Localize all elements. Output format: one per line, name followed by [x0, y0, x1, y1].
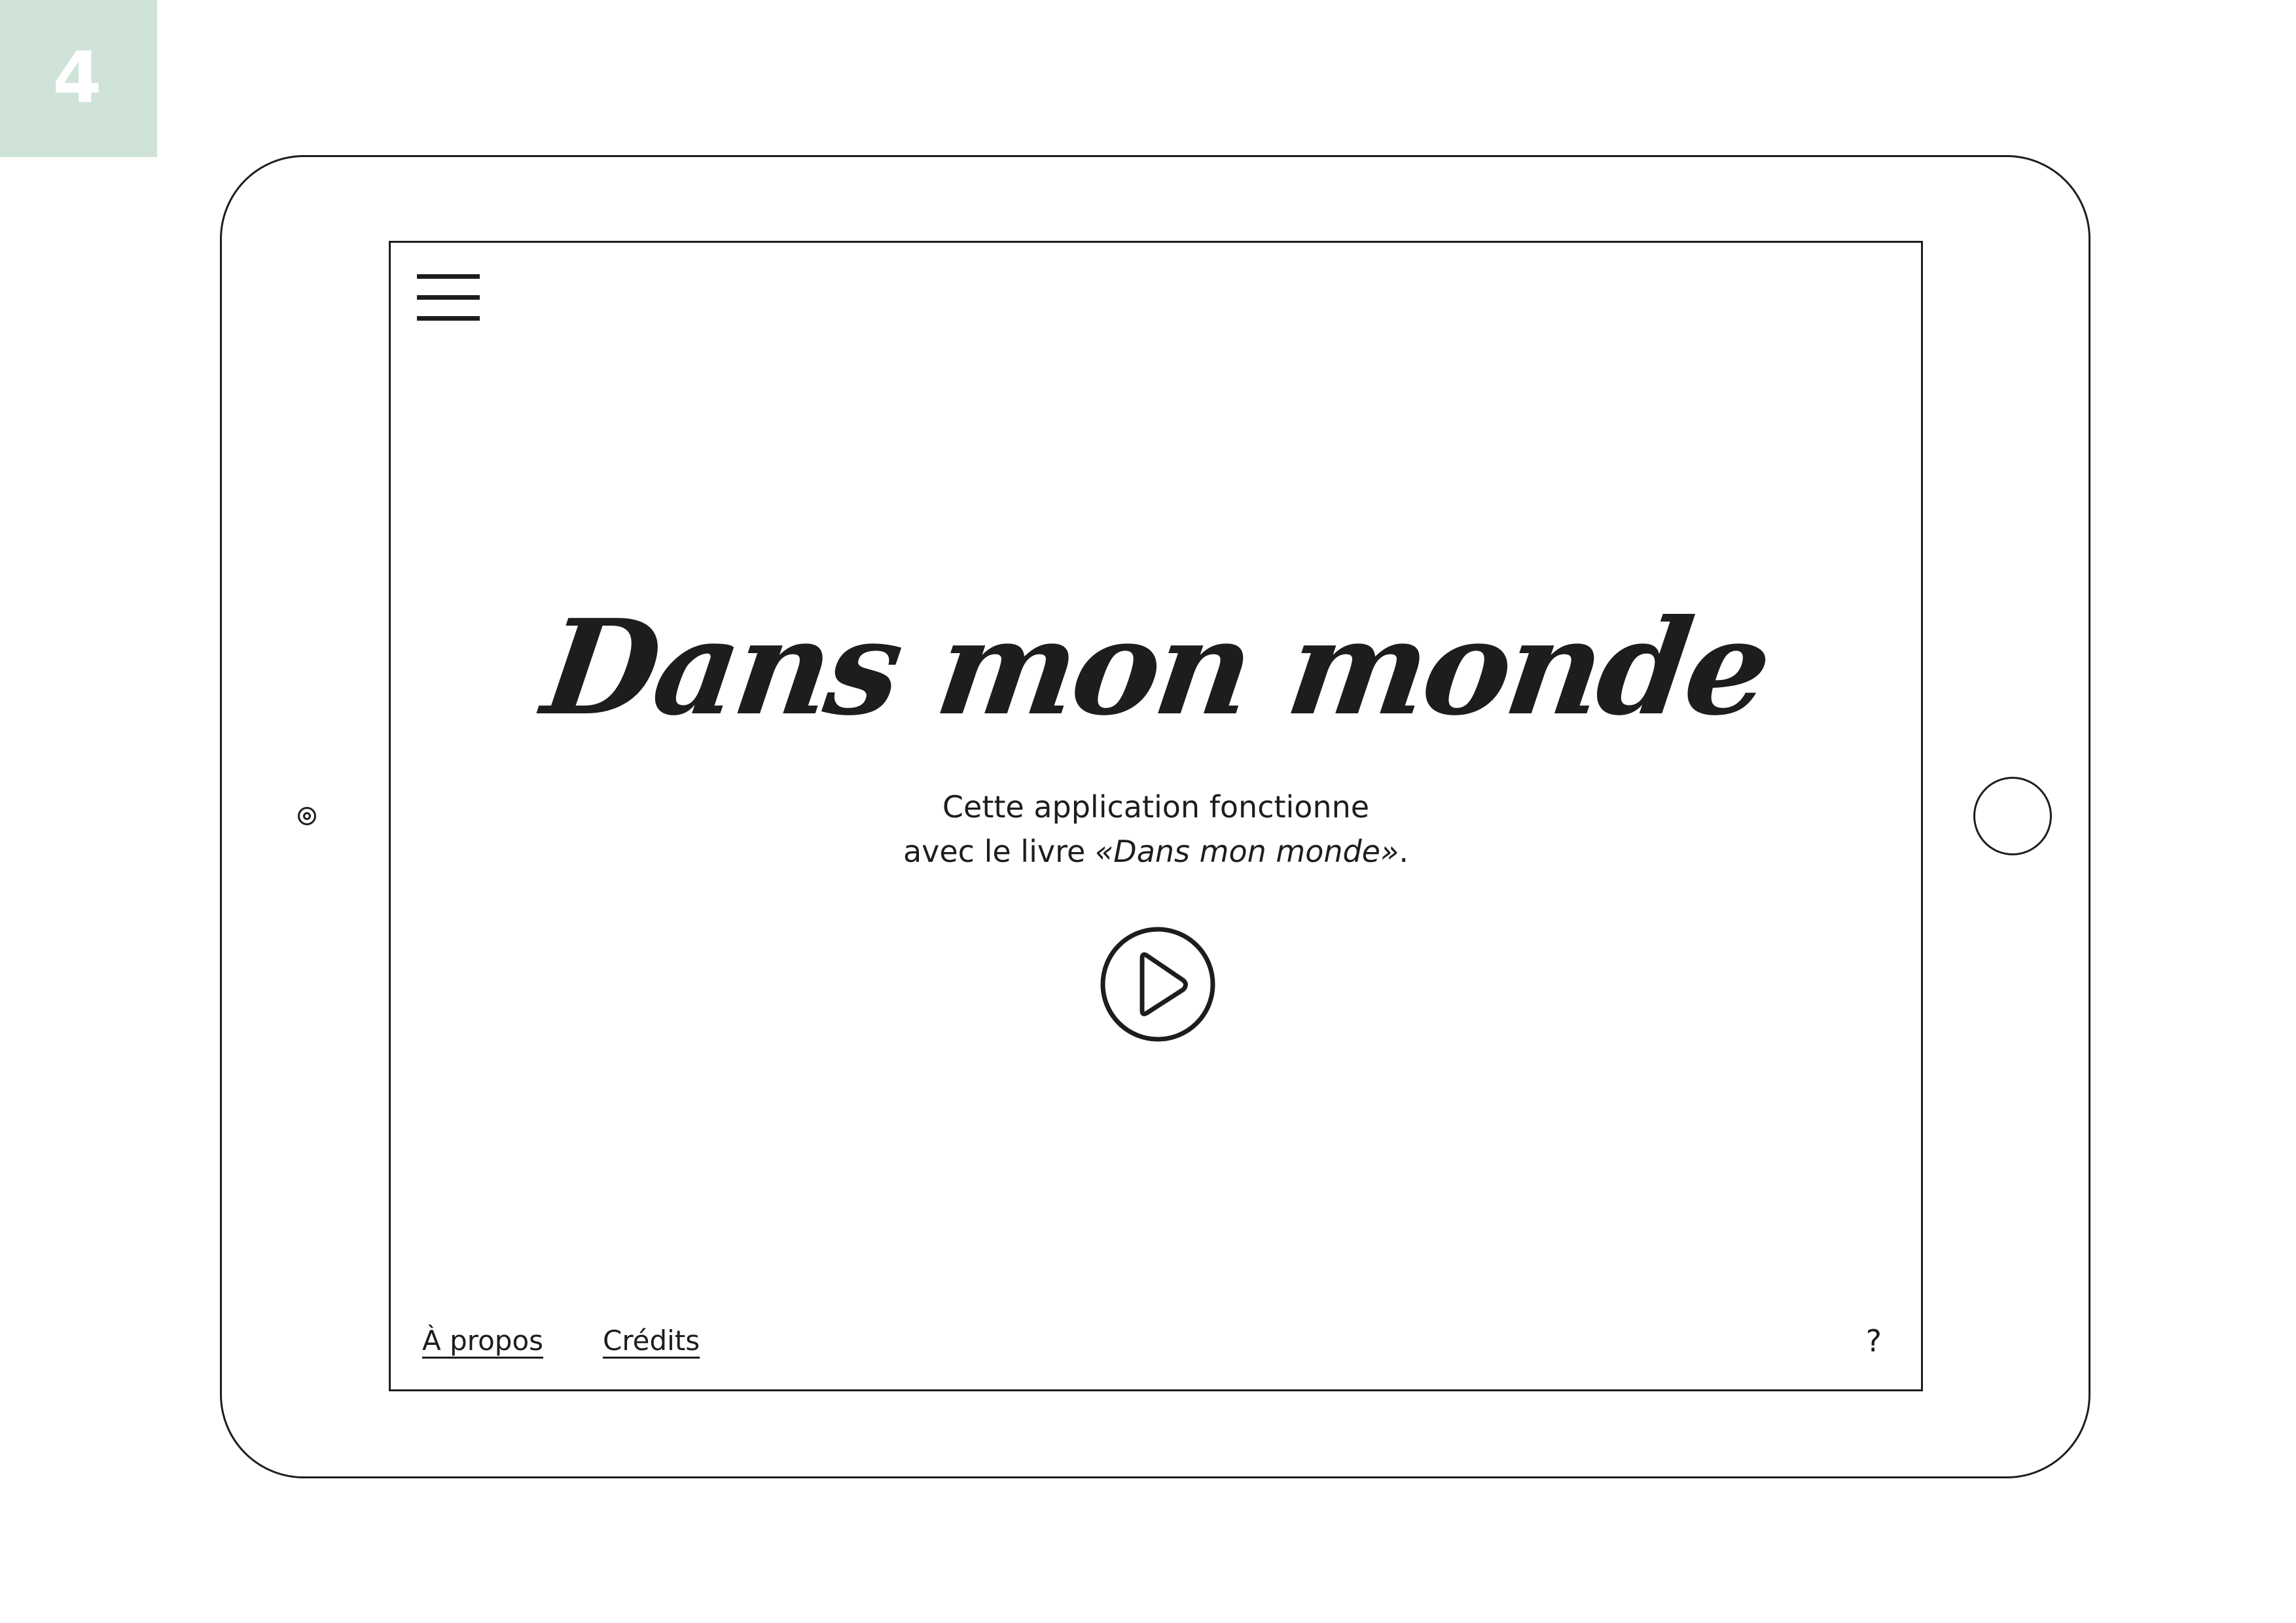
menu-line: [417, 316, 480, 321]
menu-line: [417, 274, 480, 279]
intro-text: Cette application fonctionne avec le liv…: [391, 785, 1921, 874]
credits-link[interactable]: Crédits: [603, 1323, 700, 1359]
help-button[interactable]: ?: [1866, 1323, 1882, 1359]
app-screen: Dans mon monde Cette application fonctio…: [389, 241, 1923, 1391]
intro-line-2-suffix: .: [1399, 834, 1409, 869]
play-button[interactable]: [1099, 925, 1217, 1043]
camera-icon: [298, 807, 316, 825]
about-link[interactable]: À propos: [422, 1323, 543, 1359]
intro-line-2: avec le livre «Dans mon monde».: [391, 829, 1921, 874]
hamburger-menu-icon[interactable]: [417, 274, 480, 321]
app-title: Dans mon monde: [535, 591, 1777, 745]
intro-line-2-prefix: avec le livre: [903, 834, 1095, 869]
intro-book-title: «Dans mon monde»: [1094, 834, 1399, 869]
play-circle-icon: [1100, 927, 1215, 1042]
intro-line-1: Cette application fonctionne: [942, 789, 1370, 825]
home-button[interactable]: [1973, 777, 2052, 855]
menu-line: [417, 295, 480, 300]
page-number-badge: 4: [0, 0, 157, 157]
